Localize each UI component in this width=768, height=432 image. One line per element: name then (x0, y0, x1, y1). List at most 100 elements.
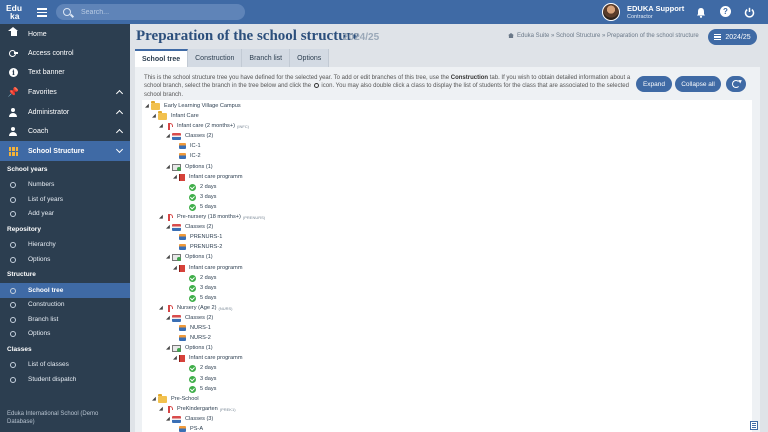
class-icon (179, 234, 186, 240)
sidebar-sub-add-year[interactable]: Add year (0, 206, 130, 221)
tree-node-program[interactable]: ◢ Infant care programm (173, 353, 242, 363)
year-selector-button[interactable]: 2024/25 (708, 29, 757, 45)
instructions-text: This is the school structure tree you ha… (144, 74, 636, 99)
tree-node-class[interactable]: IC-1 (179, 141, 201, 151)
search-input[interactable] (81, 8, 231, 16)
sidebar-item-text-banner[interactable]: i Text banner (0, 62, 130, 82)
sidebar: Home Access control i Text banner 📌 Favo… (0, 24, 130, 432)
tree-node-label: 5 days (200, 204, 217, 210)
tree-node-label: Infant care programm (189, 174, 243, 180)
sidebar-sub-label: Branch list (28, 316, 59, 323)
content-panel: This is the school structure tree you ha… (135, 67, 760, 432)
tree-node-option-value[interactable]: 2 days (189, 182, 216, 192)
sidebar-item-home[interactable]: Home (0, 24, 130, 44)
check-icon (189, 294, 196, 302)
refresh-button[interactable] (726, 76, 746, 92)
tree-node-class[interactable]: NURS-2 (179, 333, 211, 343)
tree-node-class[interactable]: PRENURS-1 (179, 232, 222, 242)
tree-node-class[interactable]: PS-A (179, 424, 203, 432)
circle-icon (10, 316, 16, 323)
circle-icon (10, 301, 16, 308)
check-icon (189, 364, 196, 372)
top-bar: Edu ka EDUKA Support Contractor ? (0, 0, 768, 24)
tree-node-option-value[interactable]: 3 days (189, 192, 216, 202)
tree-node-option-value[interactable]: 3 days (189, 374, 216, 384)
search-box[interactable] (56, 4, 245, 20)
eduka-logo[interactable]: Edu ka (0, 0, 30, 24)
sidebar-item-favorites[interactable]: 📌 Favorites (0, 82, 130, 102)
sidebar-sub-branch-list[interactable]: Branch list (0, 312, 130, 327)
tab-school-tree[interactable]: School tree (135, 49, 189, 67)
tree-node-program[interactable]: ◢ Infant care programm (173, 263, 242, 273)
sidebar-sub-options-repository[interactable]: Options (0, 252, 130, 267)
sidebar-item-access-control[interactable]: Access control (0, 43, 130, 63)
check-icon (189, 284, 196, 292)
tree-node-pre-nursery[interactable]: ◢ Pre-nursery (18 months+) (PRENURS) (159, 212, 265, 222)
chevron-up-icon (115, 109, 124, 118)
tree-node-label: 2 days (200, 365, 217, 371)
tab-construction[interactable]: Construction (188, 49, 243, 67)
tree-node-label: 3 days (200, 376, 217, 382)
sidebar-sub-construction[interactable]: Construction (0, 297, 130, 312)
tree-node-class[interactable]: NURS-1 (179, 323, 211, 333)
tree-node-class[interactable]: IC-2 (179, 151, 201, 161)
sidebar-sub-list-of-years[interactable]: List of years (0, 192, 130, 207)
breadcrumb: Eduka Suite » School Structure » Prepara… (508, 33, 699, 39)
tree-node-options[interactable]: ◢ Options (1) (166, 162, 213, 172)
class-icon (179, 325, 186, 331)
sidebar-sub-student-dispatch[interactable]: Student dispatch (0, 372, 130, 387)
menu-icon[interactable] (37, 6, 47, 18)
tree-node-label: PRENURS-2 (190, 244, 223, 250)
check-icon (189, 375, 196, 383)
tree-node-classes[interactable]: ◢ Classes (2) (166, 222, 213, 232)
notes-icon[interactable] (750, 421, 758, 430)
tree-node-options[interactable]: ◢ Options (1) (166, 252, 213, 262)
tree-node-label: Options (1) (185, 345, 213, 351)
tree-node-infant-care[interactable]: ◢ Infant Care (152, 111, 199, 121)
tree-node-option-value[interactable]: 5 days (189, 202, 216, 212)
tree-node-label: IC-1 (190, 143, 201, 149)
tree-node-infant-care-2m[interactable]: ◢ Infant care (2 months+) (INFC) (159, 121, 249, 131)
tree-node-label: Classes (3) (185, 416, 214, 422)
help-icon[interactable]: ? (720, 6, 731, 17)
tree-node-options[interactable]: ◢ Options (1) (166, 343, 213, 353)
tree-node-label: Options (1) (185, 164, 213, 170)
tree-node-class[interactable]: PRENURS-2 (179, 242, 222, 252)
sidebar-sub-list-of-classes[interactable]: List of classes (0, 357, 130, 372)
tree-node-option-value[interactable]: 5 days (189, 384, 216, 394)
expand-button[interactable]: Expand (636, 76, 672, 92)
class-icon (179, 335, 186, 341)
tree-node-label: Classes (2) (185, 133, 214, 139)
refresh-icon (732, 80, 740, 88)
sidebar-sub-hierarchy[interactable]: Hierarchy (0, 237, 130, 252)
tree-node-option-value[interactable]: 3 days (189, 283, 216, 293)
tree-node-option-value[interactable]: 5 days (189, 293, 216, 303)
tree-node-classes[interactable]: ◢ Classes (2) (166, 131, 213, 141)
tree-node-nursery[interactable]: ◢ Nursery (Age 2) (NURS) (159, 303, 232, 313)
tree-node-pre-school[interactable]: ◢ Pre-School (152, 394, 199, 404)
tree-node-classes[interactable]: ◢ Classes (2) (166, 313, 213, 323)
collapse-all-button[interactable]: Collapse all (675, 76, 721, 92)
breadcrumb-text[interactable]: Eduka Suite » School Structure » Prepara… (517, 33, 699, 39)
tree-node-option-value[interactable]: 2 days (189, 363, 216, 373)
tree-node-prekindergarten[interactable]: ◢ PreKindergarten (PREK1) (159, 404, 236, 414)
tab-options[interactable]: Options (290, 49, 330, 67)
tree-node-campus[interactable]: ◢ Early Learning Village Campus (145, 101, 241, 111)
structure-icon (9, 146, 18, 156)
tree-node-classes[interactable]: ◢ Classes (3) (166, 414, 213, 424)
sidebar-item-administrator[interactable]: Administrator (0, 102, 130, 122)
user-name[interactable]: EDUKA Support (627, 4, 684, 13)
tree-node-program[interactable]: ◢ Infant care programm (173, 172, 242, 182)
sidebar-sub-school-tree[interactable]: School tree (0, 283, 130, 298)
bell-icon[interactable] (695, 6, 707, 18)
sidebar-sub-options-structure[interactable]: Options (0, 326, 130, 341)
sidebar-item-coach[interactable]: Coach (0, 121, 130, 141)
sidebar-item-school-structure[interactable]: School Structure (0, 141, 130, 161)
tab-branch-list[interactable]: Branch list (242, 49, 291, 67)
circle-icon (10, 361, 16, 368)
tree-node-option-value[interactable]: 2 days (189, 273, 216, 283)
avatar[interactable] (602, 3, 620, 21)
sidebar-sub-numbers[interactable]: Numbers (0, 177, 130, 192)
classes-icon (172, 223, 181, 231)
power-icon[interactable] (743, 6, 755, 18)
